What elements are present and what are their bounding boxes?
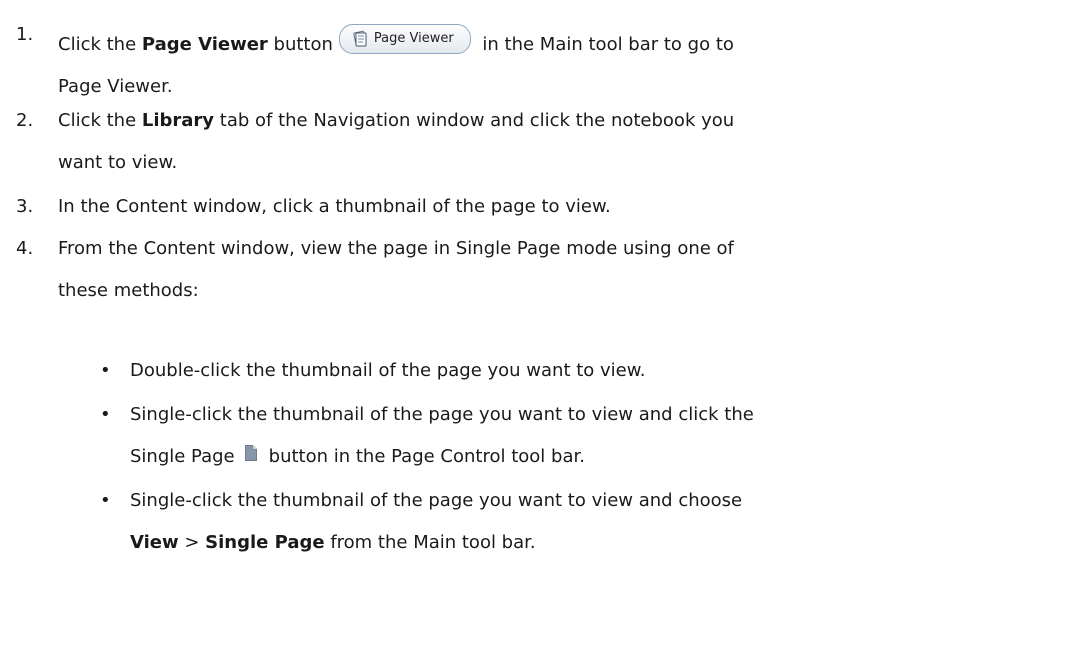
step-number: 3. [16,196,34,217]
page-viewer-icon [353,30,367,47]
bold-label: Library [141,110,215,131]
single-page-icon [244,445,257,461]
step-text: Click the Library tab of the Navigation … [58,110,735,173]
list-item: • Double-click the thumbnail of the page… [100,350,1070,392]
methods-list: • Double-click the thumbnail of the page… [0,350,1089,646]
bold-label: Single Page [205,532,325,553]
step-number: 4. [16,238,34,259]
bullet-icon: • [100,404,111,425]
step-number: 1. [16,24,34,45]
list-item: • Single-click the thumbnail of the page… [100,480,1070,564]
step-4: 4. From the Content window, view the pag… [16,228,1076,318]
bold-label: Page Viewer [141,34,268,55]
bullet-icon: • [100,360,111,381]
bold-label: View [130,532,179,553]
step-text: From the Content window, view the page i… [58,238,734,301]
step-2: 2. Click the Library tab of the Navigati… [16,100,1076,190]
page-viewer-button-label: Page Viewer [373,31,454,46]
step-text: In the Content window, click a thumbnail… [58,196,611,217]
list-item: • Single-click the thumbnail of the page… [100,394,1070,478]
page-viewer-button[interactable]: Page Viewer [338,24,471,54]
step-3: 3. In the Content window, click a thumbn… [16,186,1076,230]
step-number: 2. [16,110,34,131]
step-text: Click the Page Viewer button Page Viewer … [58,24,1068,108]
step-1: 1. Click the Page Viewer button Page View… [16,6,1076,97]
bullet-icon: • [100,490,111,511]
